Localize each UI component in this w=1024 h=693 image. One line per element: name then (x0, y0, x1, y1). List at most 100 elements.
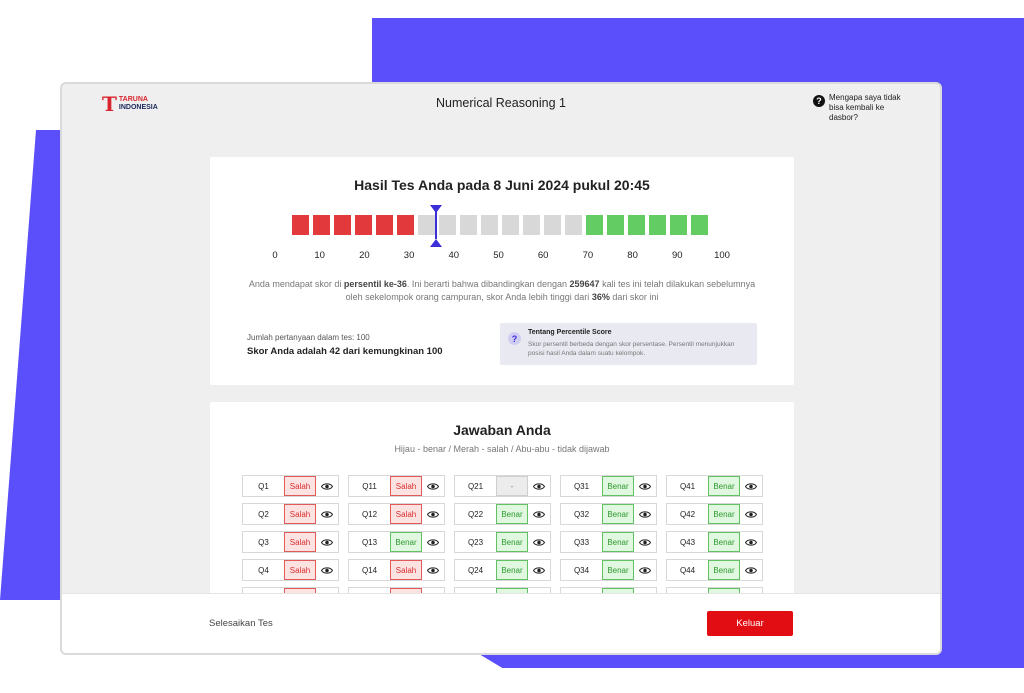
answer-status-badge: Benar (496, 532, 528, 552)
answer-row: Q13 Benar (348, 531, 445, 553)
eye-icon[interactable] (634, 560, 656, 580)
scale-segment (460, 215, 477, 235)
scale-segment (544, 215, 561, 235)
answer-row: Q32 Benar (560, 503, 657, 525)
eye-icon[interactable] (422, 532, 444, 552)
help-link[interactable]: ? Mengapa saya tidak bisa kembali ke das… (813, 93, 907, 123)
percentile-ticks: 0 10 20 30 40 50 60 70 80 90 100 (210, 250, 794, 262)
answer-status-badge: Benar (708, 476, 740, 496)
eye-icon[interactable] (422, 476, 444, 496)
scale-tick-label: 100 (714, 250, 730, 261)
scale-tick-label: 20 (359, 250, 370, 261)
scale-segment (397, 215, 414, 235)
eye-icon[interactable] (422, 504, 444, 524)
question-label: Q41 (679, 481, 696, 491)
answer-row: Q14 Salah (348, 559, 445, 581)
answer-row: Q2 Salah (242, 503, 339, 525)
answer-status-badge: Benar (602, 476, 634, 496)
question-label: Q13 (361, 537, 378, 547)
answer-status-badge: Benar (602, 532, 634, 552)
scale-segment (691, 215, 708, 235)
answer-row: Q43 Benar (666, 531, 763, 553)
eye-icon[interactable] (316, 532, 338, 552)
finish-test-label: Selesaikan Tes (209, 618, 273, 629)
answers-column: Q31 Benar Q32 Benar Q33 Benar Q34 Benar (560, 475, 657, 602)
scale-segment (313, 215, 330, 235)
answer-status-badge: - (496, 476, 528, 496)
eye-icon[interactable] (528, 476, 550, 496)
question-label: Q34 (573, 565, 590, 575)
question-label: Q42 (679, 509, 696, 519)
answer-status-badge: Salah (284, 476, 316, 496)
scale-segment (649, 215, 666, 235)
scale-segment (523, 215, 540, 235)
percentile-marker (429, 205, 442, 247)
eye-icon[interactable] (634, 504, 656, 524)
help-text: Mengapa saya tidak bisa kembali ke dasbo… (829, 93, 901, 122)
eye-icon[interactable] (740, 532, 762, 552)
footer-bar: Selesaikan Tes Keluar (62, 593, 940, 653)
scale-tick-label: 60 (537, 250, 549, 261)
scale-tick-label: 70 (582, 250, 594, 261)
question-count: Jumlah pertanyaan dalam tes: 100 (247, 333, 370, 342)
answer-status-badge: Benar (708, 504, 740, 524)
question-circle-icon: ? (813, 95, 825, 107)
answer-row: Q3 Salah (242, 531, 339, 553)
answers-column: Q21 - Q22 Benar Q23 Benar Q24 Benar (454, 475, 551, 602)
answer-status-badge: Benar (496, 504, 528, 524)
eye-icon[interactable] (316, 476, 338, 496)
eye-icon[interactable] (528, 560, 550, 580)
eye-icon[interactable] (740, 504, 762, 524)
info-title: Tentang Percentile Score (528, 329, 612, 336)
scale-segment (607, 215, 624, 235)
scale-tick-label: 40 (448, 250, 460, 261)
eye-icon[interactable] (634, 476, 656, 496)
answer-row: Q1 Salah (242, 475, 339, 497)
answers-title: Jawaban Anda (453, 422, 551, 438)
answer-status-badge: Salah (390, 476, 422, 496)
question-label: Q21 (467, 481, 484, 491)
question-label: Q32 (573, 509, 590, 519)
eye-icon[interactable] (740, 476, 762, 496)
scale-tick-label: 50 (493, 250, 504, 261)
score-summary: Skor Anda adalah 42 dari kemungkinan 100 (247, 346, 443, 357)
scale-segment (565, 215, 582, 235)
question-label: Q22 (467, 509, 484, 519)
page-title: Numerical Reasoning 1 (436, 96, 566, 110)
eye-icon[interactable] (528, 504, 550, 524)
answer-row: Q44 Benar (666, 559, 763, 581)
answer-row: Q41 Benar (666, 475, 763, 497)
answers-column: Q11 Salah Q12 Salah Q13 Benar Q14 Salah (348, 475, 445, 602)
eye-icon[interactable] (316, 560, 338, 580)
answer-row: Q21 - (454, 475, 551, 497)
eye-icon[interactable] (422, 560, 444, 580)
question-icon: ? (508, 332, 521, 345)
scale-segment (481, 215, 498, 235)
answer-row: Q23 Benar (454, 531, 551, 553)
eye-icon[interactable] (740, 560, 762, 580)
answer-status-badge: Salah (284, 504, 316, 524)
scale-tick-label: 10 (314, 250, 325, 261)
answer-status-badge: Benar (390, 532, 422, 552)
question-label: Q43 (679, 537, 696, 547)
answer-row: Q11 Salah (348, 475, 445, 497)
answers-card: Jawaban Anda Hijau - benar / Merah - sal… (210, 402, 794, 602)
top-bar: T TARUNA INDONESIA Numerical Reasoning 1… (62, 84, 940, 124)
question-label: Q23 (467, 537, 484, 547)
scale-segment (355, 215, 372, 235)
exit-button[interactable]: Keluar (707, 611, 793, 636)
info-text: Skor persentil berbeda dengan skor perse… (528, 341, 735, 357)
eye-icon[interactable] (528, 532, 550, 552)
answer-status-badge: Benar (708, 532, 740, 552)
question-label: Q4 (258, 565, 269, 575)
eye-icon[interactable] (634, 532, 656, 552)
scale-tick-label: 90 (672, 250, 683, 261)
answer-row: Q24 Benar (454, 559, 551, 581)
question-label: Q2 (258, 509, 269, 519)
answer-status-badge: Benar (602, 504, 634, 524)
scale-segment (586, 215, 603, 235)
scale-segment (670, 215, 687, 235)
eye-icon[interactable] (316, 504, 338, 524)
question-label: Q11 (362, 481, 377, 491)
question-label: Q44 (679, 565, 696, 575)
